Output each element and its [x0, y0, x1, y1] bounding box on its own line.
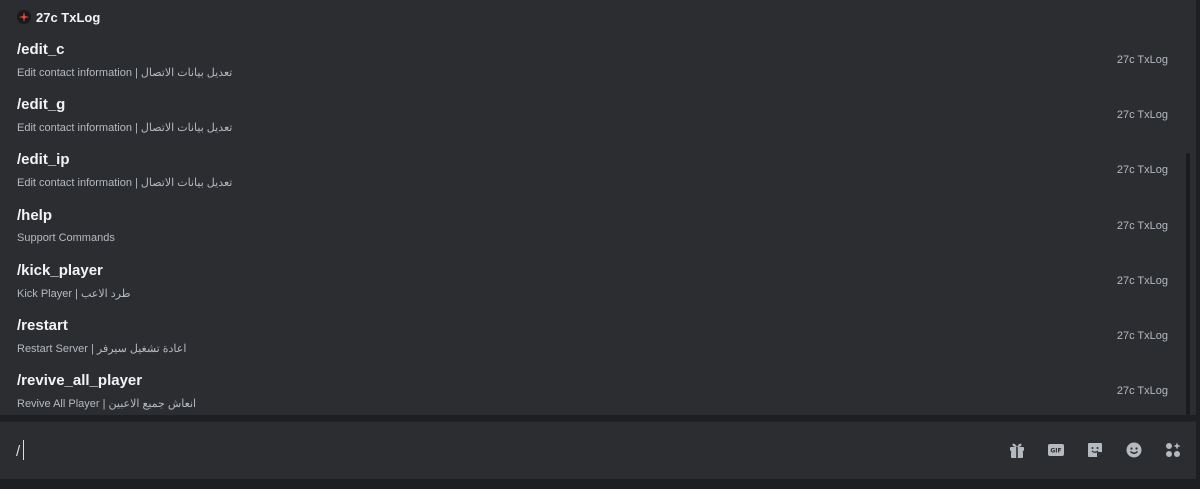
command-item-kick-player[interactable]: /kick_player Kick Player | طرد الاعب 27c… [0, 255, 1186, 310]
page: 27c TxLog /edit_c Edit contact informati… [0, 0, 1200, 489]
command-name: /edit_ip [17, 151, 70, 169]
command-item-help[interactable]: /help Support Commands 27c TxLog [0, 200, 1186, 255]
command-app-label: 27c TxLog [1116, 274, 1168, 287]
command-description: Edit contact information | تعديل بيانات … [17, 122, 233, 135]
message-composer: GIF [0, 421, 1196, 479]
sticker-icon[interactable] [1086, 441, 1104, 459]
command-app-label: 27c TxLog [1116, 385, 1168, 398]
command-app-label: 27c TxLog [1116, 54, 1168, 66]
message-input[interactable] [16, 440, 976, 462]
gif-icon[interactable]: GIF [1047, 441, 1065, 459]
popup-header: 27c TxLog [0, 0, 1196, 34]
command-name: /revive_all_player [17, 372, 143, 390]
app-logo-icon [17, 10, 31, 24]
apps-icon[interactable] [1164, 441, 1182, 459]
command-name: /help [17, 206, 53, 224]
composer-toolbar: GIF [1008, 441, 1182, 459]
command-app-label: 27c TxLog [1116, 109, 1168, 122]
command-name: /kick_player [17, 261, 103, 279]
app-name: 27c TxLog [36, 9, 101, 25]
command-description: Edit contact information | تعديل بيانات … [17, 177, 233, 190]
bottom-strip [0, 479, 1200, 489]
command-name: /restart [17, 316, 68, 334]
command-name: /edit_g [17, 96, 66, 114]
command-description: Kick Player | طرد الاعب [17, 287, 131, 300]
command-item-edit-c[interactable]: /edit_c Edit contact information | تعديل… [0, 34, 1186, 89]
command-item-restart[interactable]: /restart Restart Server | اعادة تشغيل سي… [0, 310, 1186, 365]
command-app-label: 27c TxLog [1116, 219, 1168, 232]
command-description: Support Commands [17, 231, 115, 244]
emoji-icon[interactable] [1125, 441, 1143, 459]
text-caret [23, 440, 24, 460]
command-description: Restart Server | اعادة تشغيل سيرفر [17, 342, 187, 355]
command-item-revive-all-player[interactable]: /revive_all_player Revive All Player | ا… [0, 365, 1186, 415]
command-app-label: 27c TxLog [1116, 329, 1168, 342]
command-item-edit-ip[interactable]: /edit_ip Edit contact information | تعدي… [0, 144, 1186, 199]
command-item-edit-g[interactable]: /edit_g Edit contact information | تعديل… [0, 89, 1186, 144]
scrollbar[interactable] [1186, 34, 1190, 415]
slash-command-popup: 27c TxLog /edit_c Edit contact informati… [0, 0, 1196, 415]
command-list: /edit_c Edit contact information | تعديل… [0, 34, 1186, 415]
command-description: Edit contact information | تعديل بيانات … [17, 67, 233, 79]
gift-icon[interactable] [1008, 441, 1026, 459]
command-app-label: 27c TxLog [1116, 164, 1168, 177]
svg-text:GIF: GIF [1050, 448, 1061, 455]
command-name: /edit_c [17, 41, 65, 58]
scrollbar-thumb[interactable] [1186, 153, 1190, 415]
command-description: Revive All Player | انعاش جميع الاعبين [17, 398, 197, 411]
